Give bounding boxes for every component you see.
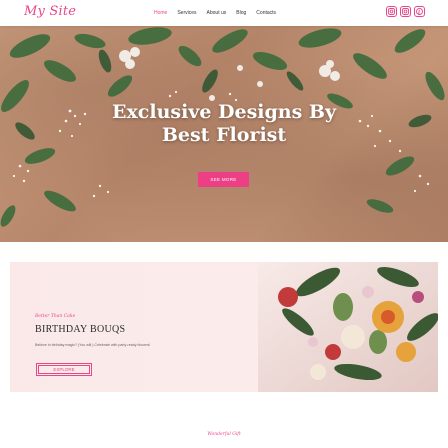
see-more-button[interactable]: SEE MORE (198, 172, 249, 187)
hero-title-line-1: Exclusive Designs By (111, 101, 337, 123)
nav-blog[interactable]: Blog (236, 10, 246, 16)
nav-services[interactable]: Services (177, 10, 196, 16)
instagram-glyph (402, 8, 409, 15)
promo-section: Better Than Cake BIRTHDAY BOUQS Believe … (0, 242, 448, 412)
promo-title: BIRTHDAY BOUQS (35, 324, 126, 335)
nav-about-us[interactable]: About us (207, 10, 227, 16)
nav-home[interactable]: Home (154, 10, 167, 16)
instagram-icon[interactable] (386, 6, 397, 17)
main-nav: Home Services About us Blog Contacts (154, 10, 276, 16)
site-logo[interactable]: My Site (24, 4, 76, 19)
social-links (386, 6, 425, 17)
explore-button[interactable]: EXPLORE (36, 363, 92, 376)
nav-contacts[interactable]: Contacts (256, 10, 276, 16)
promo-description: Believe in birthday magic? (You will.) C… (35, 343, 151, 347)
hero-title-line-2: Best Florist (161, 124, 287, 146)
instagram-glyph (388, 8, 395, 15)
pinterest-icon[interactable] (414, 6, 425, 17)
hero-section: Exclusive Designs By Best Florist SEE MO… (0, 26, 448, 242)
instagram-icon[interactable] (400, 6, 411, 17)
site-header: My Site Home Services About us Blog Cont… (0, 0, 448, 26)
birthday-promo-card: Better Than Cake BIRTHDAY BOUQS Believe … (10, 262, 438, 392)
pinterest-glyph (416, 8, 423, 15)
promo-subtitle: Better Than Cake (35, 314, 76, 319)
bouquet-image (258, 262, 438, 392)
next-section-subtitle: Wonderful Gift (207, 432, 241, 437)
